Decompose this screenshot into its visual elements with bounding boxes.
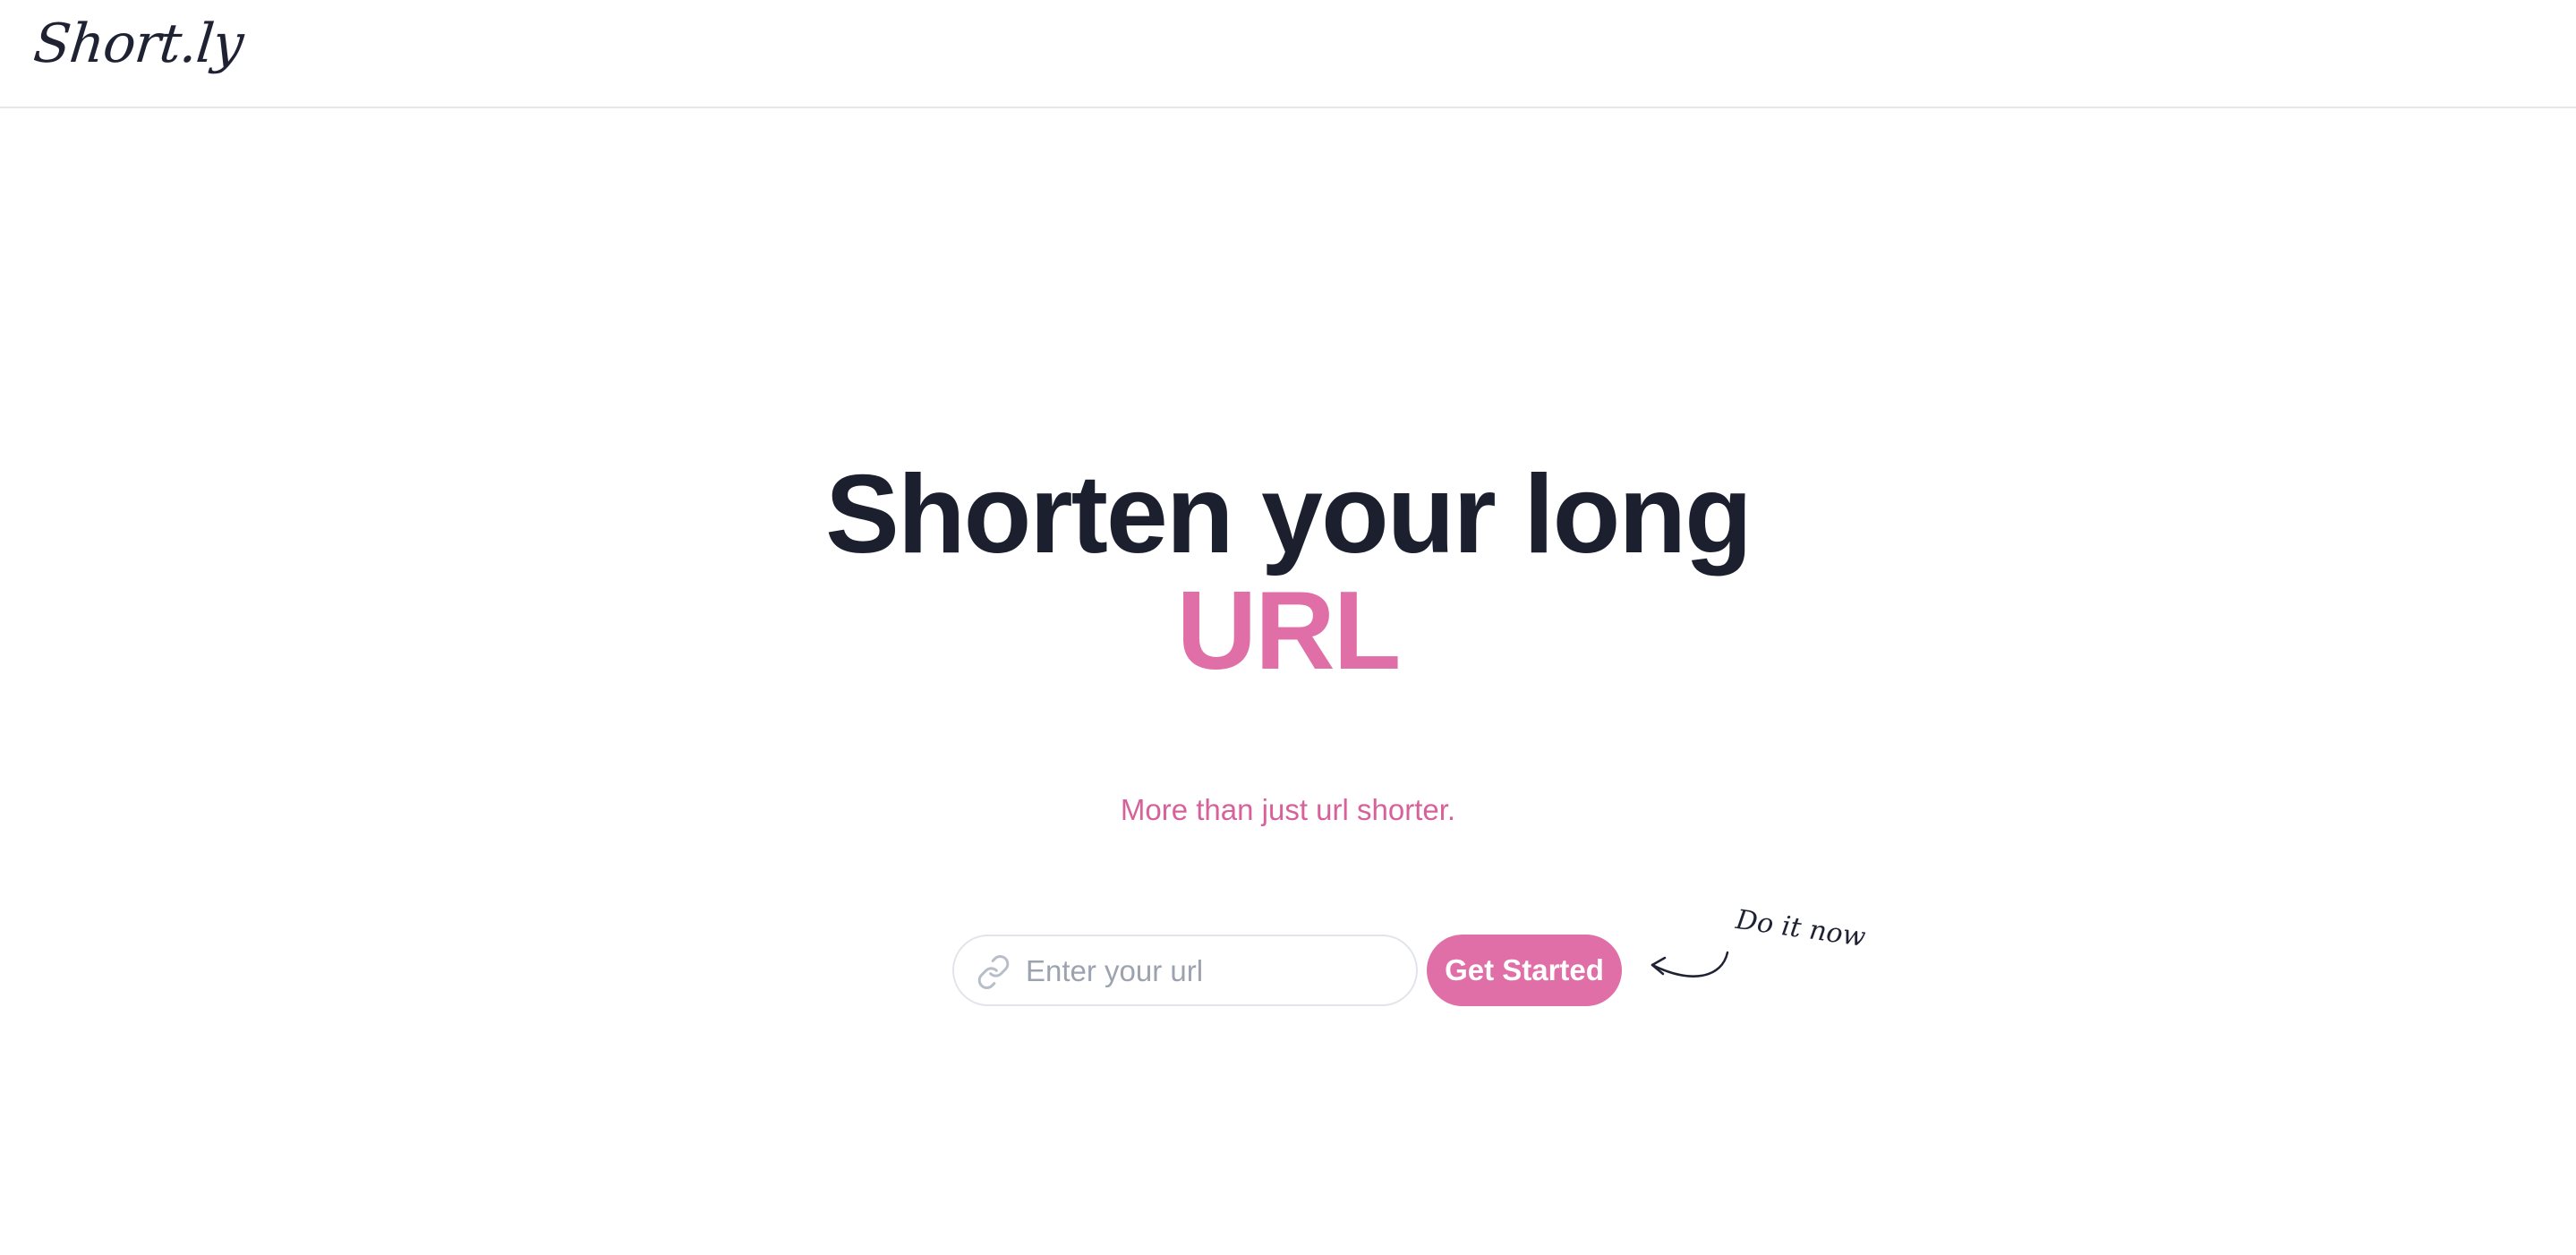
hero-title: Shorten your long URL	[0, 457, 2576, 689]
url-field[interactable]	[952, 935, 1418, 1006]
get-started-button[interactable]: Get Started	[1427, 935, 1622, 1006]
hero-title-accent: URL	[1176, 569, 1402, 693]
hero-subtitle: More than just url shorter.	[1120, 793, 1456, 826]
hero-title-line: Shorten your long	[825, 453, 1753, 576]
url-input[interactable]	[1026, 947, 1402, 995]
navbar: Short.ly	[0, 0, 2576, 108]
link-icon	[977, 955, 1010, 989]
brand-logo[interactable]: Short.ly	[30, 13, 245, 75]
